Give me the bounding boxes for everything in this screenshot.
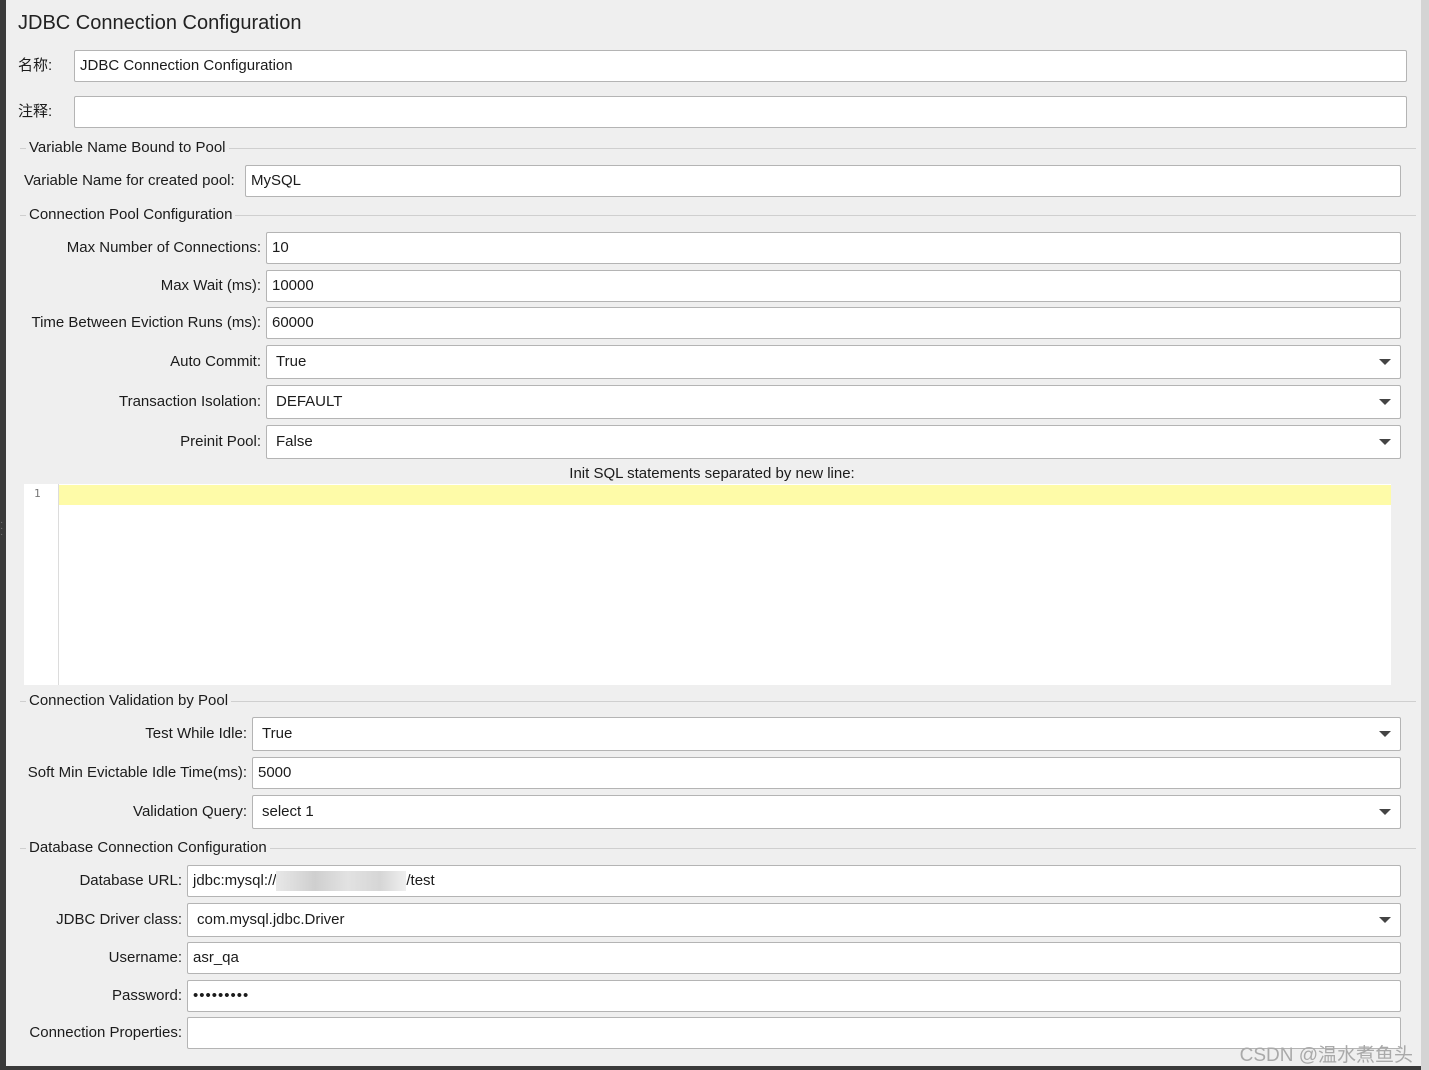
comment-label: 注释: — [18, 103, 53, 120]
validation-query-value: select 1 — [262, 803, 314, 820]
init-sql-editor[interactable]: 1 — [24, 484, 1391, 685]
isolation-value: DEFAULT — [276, 393, 343, 410]
section-variable-name: Variable Name Bound to Pool — [20, 138, 1416, 158]
chevron-down-icon[interactable] — [1379, 917, 1391, 923]
driver-class-select[interactable]: com.mysql.jdbc.Driver — [187, 903, 1401, 937]
soft-min-input[interactable]: 5000 — [252, 757, 1401, 789]
validation-query-select[interactable]: select 1 — [252, 795, 1401, 829]
init-sql-label: Init SQL statements separated by new lin… — [569, 465, 855, 482]
chevron-down-icon[interactable] — [1379, 439, 1391, 445]
section-database: Database Connection Configuration — [20, 838, 1416, 858]
max-connections-input[interactable]: 10 — [266, 232, 1401, 264]
db-url-suffix: /test — [406, 872, 435, 889]
connection-properties-input[interactable] — [187, 1017, 1401, 1049]
driver-class-value: com.mysql.jdbc.Driver — [197, 911, 345, 928]
splitter-handle[interactable]: · · · — [0, 518, 6, 540]
db-url-prefix: jdbc:mysql:// — [193, 872, 277, 889]
db-url-input[interactable]: jdbc:mysql:// /test — [187, 865, 1401, 897]
username-input[interactable]: asr_qa — [187, 942, 1401, 974]
window-edge — [1421, 0, 1429, 1070]
preinit-select[interactable]: False — [266, 425, 1401, 459]
chevron-down-icon[interactable] — [1379, 731, 1391, 737]
test-idle-select[interactable]: True — [252, 717, 1401, 751]
name-input[interactable]: JDBC Connection Configuration — [74, 50, 1407, 82]
line-number: 1 — [34, 487, 41, 500]
pool-variable-input[interactable]: MySQL — [245, 165, 1401, 197]
auto-commit-label: Auto Commit: — [170, 353, 261, 370]
eviction-label: Time Between Eviction Runs (ms): — [31, 314, 261, 331]
driver-class-label: JDBC Driver class: — [56, 911, 182, 928]
test-idle-value: True — [262, 725, 293, 742]
auto-commit-value: True — [276, 353, 307, 370]
section-variable-name-title: Variable Name Bound to Pool — [26, 138, 229, 158]
section-validation-title: Connection Validation by Pool — [26, 691, 232, 711]
max-wait-label: Max Wait (ms): — [160, 277, 261, 294]
test-idle-label: Test While Idle: — [145, 725, 247, 742]
preinit-value: False — [276, 433, 313, 450]
password-label: Password: — [111, 987, 182, 1004]
editor-gutter: 1 — [24, 484, 59, 685]
name-label: 名称: — [18, 57, 53, 74]
redacted-host — [276, 871, 407, 892]
password-input[interactable]: ••••••••• — [187, 980, 1401, 1012]
chevron-down-icon[interactable] — [1379, 359, 1391, 365]
chevron-down-icon[interactable] — [1379, 809, 1391, 815]
section-validation: Connection Validation by Pool — [20, 691, 1416, 711]
section-pool-config-title: Connection Pool Configuration — [26, 205, 236, 225]
section-pool-config: Connection Pool Configuration — [20, 205, 1416, 225]
current-line-highlight — [59, 485, 1391, 505]
pool-variable-label: Variable Name for created pool: — [24, 172, 235, 189]
auto-commit-select[interactable]: True — [266, 345, 1401, 379]
max-connections-label: Max Number of Connections: — [66, 239, 261, 256]
eviction-input[interactable]: 60000 — [266, 307, 1401, 339]
section-database-title: Database Connection Configuration — [26, 838, 270, 858]
isolation-select[interactable]: DEFAULT — [266, 385, 1401, 419]
connection-properties-label: Connection Properties: — [29, 1024, 182, 1041]
username-label: Username: — [108, 949, 182, 966]
validation-query-label: Validation Query: — [133, 803, 247, 820]
chevron-down-icon[interactable] — [1379, 399, 1391, 405]
preinit-label: Preinit Pool: — [180, 433, 261, 450]
max-wait-input[interactable]: 10000 — [266, 270, 1401, 302]
isolation-label: Transaction Isolation: — [118, 393, 261, 410]
db-url-label: Database URL: — [79, 872, 182, 889]
comment-input[interactable] — [74, 96, 1407, 128]
watermark: CSDN @温水煮鱼头 — [1239, 1045, 1413, 1066]
panel-title: JDBC Connection Configuration — [18, 12, 302, 34]
soft-min-label: Soft Min Evictable Idle Time(ms): — [27, 764, 247, 781]
